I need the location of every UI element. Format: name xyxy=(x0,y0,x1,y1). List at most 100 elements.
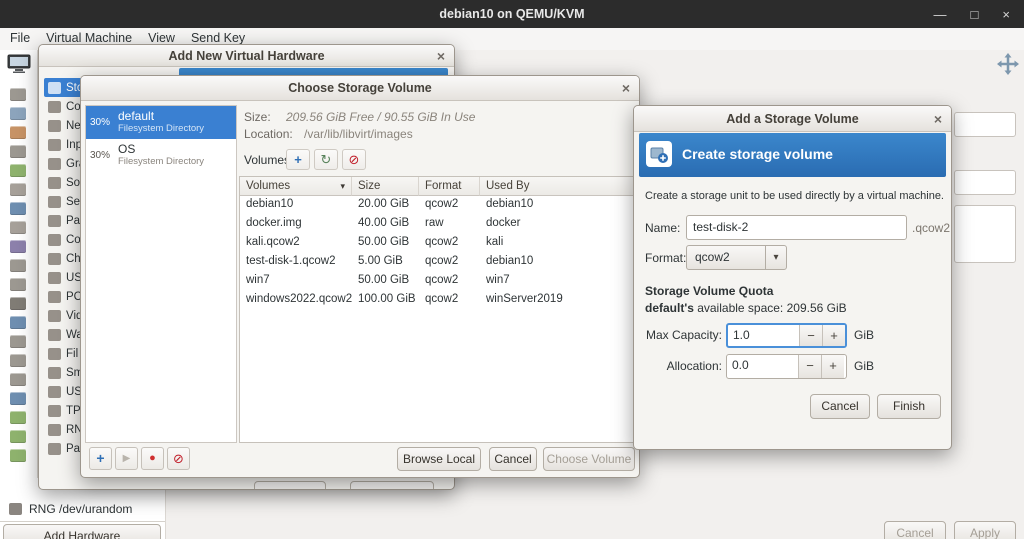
hardware-row-rng[interactable]: RNG /dev/urandom xyxy=(0,498,165,520)
pool-usage: 30% xyxy=(90,150,111,161)
allocation-label: Allocation: xyxy=(666,359,722,373)
details-cancel-button[interactable]: Cancel xyxy=(884,521,946,539)
allocation-stepper[interactable]: 0.0 − + xyxy=(726,354,847,379)
max-capacity-stepper[interactable]: 1.0 − + xyxy=(726,323,847,348)
choose-volume-button[interactable]: Choose Volume xyxy=(543,447,635,471)
close-icon[interactable]: × xyxy=(437,49,445,63)
refresh-volumes-button[interactable]: ↻ xyxy=(314,149,338,170)
hardware-type-icon xyxy=(48,385,61,398)
volume-cell: qcow2 xyxy=(425,274,459,286)
window-titlebar: debian10 on QEMU/KVM — □ × xyxy=(0,0,1024,28)
name-input[interactable]: test-disk-2 xyxy=(686,215,907,240)
quota-title: Storage Volume Quota xyxy=(645,284,774,298)
background-field[interactable] xyxy=(954,205,1016,263)
volumes-table: Volumes ▾ Size Format Used By debian10 20… xyxy=(239,176,639,443)
cpu-icon xyxy=(10,145,26,158)
hardware-list-panel xyxy=(0,50,38,539)
memory-icon xyxy=(10,164,26,177)
dialog-titlebar: Add a Storage Volume × xyxy=(634,106,951,132)
volume-cell: docker.img xyxy=(246,217,302,229)
hardware-type-icon xyxy=(48,442,61,455)
column-header-format[interactable]: Format xyxy=(419,177,480,196)
volumes-table-body: debian10 20.00 GiB qcow2 debian10 docker.img… xyxy=(240,196,638,310)
volume-row[interactable]: win7 50.00 GiB qcow2 win7 xyxy=(240,272,638,291)
hardware-type-icon xyxy=(48,252,61,265)
volume-cell: 100.00 GiB xyxy=(358,293,416,305)
pool-type: Filesystem Directory xyxy=(118,155,205,167)
cancel-button[interactable]: Cancel xyxy=(810,394,870,419)
close-icon[interactable]: × xyxy=(622,81,630,95)
delete-icon: ⊘ xyxy=(348,152,360,167)
close-icon[interactable]: × xyxy=(934,112,942,126)
plus-icon[interactable]: + xyxy=(822,325,845,346)
hardware-type-icon xyxy=(48,404,61,417)
performance-icon xyxy=(10,126,26,139)
volume-row[interactable]: docker.img 40.00 GiB raw docker xyxy=(240,215,638,234)
volume-row[interactable]: debian10 20.00 GiB qcow2 debian10 xyxy=(240,196,638,215)
volume-cell: windows2022.qcow2 xyxy=(246,293,352,305)
volume-cell: qcow2 xyxy=(425,255,459,267)
delete-volume-button[interactable]: ⊘ xyxy=(342,149,366,170)
hardware-type-label: Fil xyxy=(66,347,79,360)
video-icon xyxy=(10,392,26,405)
column-header-size[interactable]: Size xyxy=(352,177,419,196)
pool-name: OS xyxy=(118,143,136,157)
new-volume-icon xyxy=(646,141,672,167)
play-icon: ▶ xyxy=(122,453,131,464)
max-capacity-value[interactable]: 1.0 xyxy=(728,325,799,346)
hardware-type-icon xyxy=(48,328,61,341)
hardware-type-icon xyxy=(48,271,61,284)
background-field[interactable] xyxy=(954,170,1016,195)
plus-icon[interactable]: + xyxy=(821,355,844,378)
nic-icon xyxy=(10,240,26,253)
volume-row[interactable]: windows2022.qcow2 100.00 GiB qcow2 winServe… xyxy=(240,291,638,310)
cancel-button[interactable] xyxy=(254,481,326,489)
background-field[interactable] xyxy=(954,112,1016,137)
finish-button[interactable] xyxy=(350,481,434,489)
delete-pool-button[interactable]: ⊘ xyxy=(167,447,190,470)
console-monitor-icon[interactable] xyxy=(7,54,31,79)
dialog-title: Add a Storage Volume xyxy=(726,111,859,126)
browse-local-button[interactable]: Browse Local xyxy=(397,447,481,471)
cdrom-icon xyxy=(10,221,26,234)
pci-controller-icon xyxy=(10,430,26,443)
close-icon[interactable]: × xyxy=(1002,7,1010,22)
max-capacity-label: Max Capacity: xyxy=(645,328,722,342)
allocation-value[interactable]: 0.0 xyxy=(727,355,798,378)
minus-icon[interactable]: − xyxy=(799,325,822,346)
add-hardware-button[interactable]: Add Hardware xyxy=(3,524,161,539)
tablet-icon xyxy=(10,259,26,272)
dialog-titlebar: Choose Storage Volume × xyxy=(81,76,639,101)
minus-icon[interactable]: − xyxy=(798,355,821,378)
details-apply-button[interactable]: Apply xyxy=(954,521,1016,539)
pool-item-os[interactable]: 30% OS Filesystem Directory xyxy=(86,139,236,172)
finish-button[interactable]: Finish xyxy=(877,394,941,419)
stop-pool-button[interactable]: ● xyxy=(141,447,164,470)
start-pool-button[interactable]: ▶ xyxy=(115,447,138,470)
maximize-icon[interactable]: □ xyxy=(971,7,979,22)
add-volume-button[interactable]: + xyxy=(286,149,310,170)
hardware-type-icon xyxy=(48,119,61,132)
boot-options-icon xyxy=(10,183,26,196)
disk-icon xyxy=(10,202,26,215)
rng-icon xyxy=(9,503,22,515)
format-dropdown[interactable]: qcow2 ▾ xyxy=(686,245,787,270)
volume-cell: raw xyxy=(425,217,444,229)
column-header-volumes[interactable]: Volumes ▾ xyxy=(240,177,352,196)
pool-item-default[interactable]: 30% default Filesystem Directory xyxy=(86,106,236,139)
minimize-icon[interactable]: — xyxy=(934,7,947,22)
refresh-icon: ↻ xyxy=(320,152,332,167)
volume-row[interactable]: test-disk-1.qcow2 5.00 GiB qcow2 debian10 xyxy=(240,253,638,272)
menu-file[interactable]: File xyxy=(2,28,38,50)
dialog-titlebar: Add New Virtual Hardware × xyxy=(39,45,454,67)
add-pool-button[interactable]: + xyxy=(89,447,112,470)
create-volume-header: Create storage volume xyxy=(682,146,833,162)
volume-cell: 5.00 GiB xyxy=(358,255,403,267)
volume-row[interactable]: kali.qcow2 50.00 GiB qcow2 kali xyxy=(240,234,638,253)
cancel-button[interactable]: Cancel xyxy=(489,447,537,471)
dialog-title: Add New Virtual Hardware xyxy=(168,48,325,63)
os-info-icon xyxy=(10,107,26,120)
hardware-type-icon xyxy=(48,157,61,170)
column-header-used-by[interactable]: Used By xyxy=(480,177,638,196)
description-text: Create a storage unit to be used directl… xyxy=(645,190,944,202)
